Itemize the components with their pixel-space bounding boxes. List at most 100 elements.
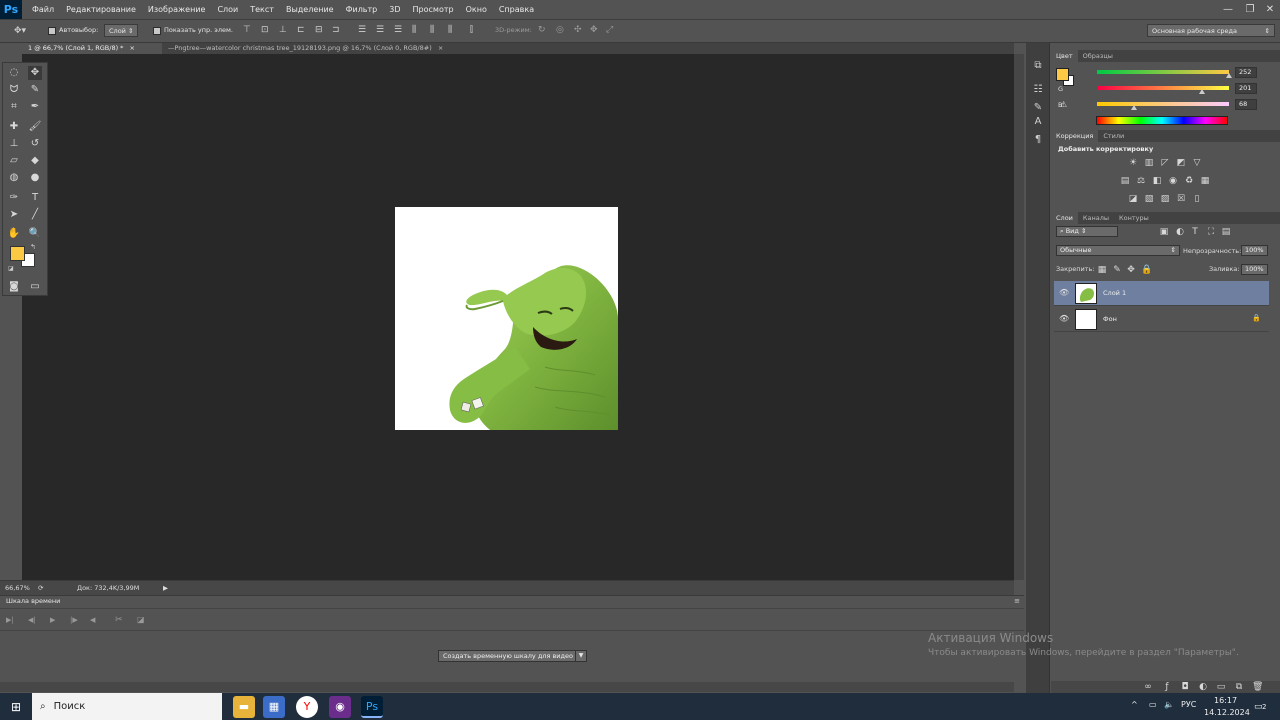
distribute-bottom-icon[interactable]: ☰ <box>394 25 402 35</box>
lock-all-icon[interactable]: 🔒 <box>1141 265 1152 275</box>
quick-select-tool-icon[interactable]: ✎ <box>28 83 42 97</box>
menu-help[interactable]: Справка <box>493 0 540 19</box>
tab-swatches[interactable]: Образцы <box>1078 50 1118 62</box>
menu-layers[interactable]: Слои <box>211 0 244 19</box>
layer-row-background[interactable]: 👁 Фон 🔒 <box>1054 307 1269 332</box>
path-select-tool-icon[interactable]: ➤ <box>7 208 21 222</box>
link-layers-icon[interactable]: ∞ <box>1143 682 1153 692</box>
3d-scale-icon[interactable]: ⤢ <box>606 25 613 35</box>
green-slider-thumb[interactable] <box>1199 89 1205 94</box>
canvas-area[interactable] <box>22 54 1014 580</box>
3d-slide-icon[interactable]: ✥ <box>590 25 598 35</box>
lock-transparency-icon[interactable]: ▦ <box>1097 265 1107 275</box>
hue-saturation-icon[interactable]: ▤ <box>1120 176 1130 186</box>
default-colors-icon[interactable]: ◪ <box>8 265 14 272</box>
network-icon[interactable]: ▭ <box>1149 700 1157 709</box>
autoselect-dropdown[interactable]: Слой ⇕ <box>104 24 138 37</box>
vibrance-icon[interactable]: ▽ <box>1192 158 1202 168</box>
menu-window[interactable]: Окно <box>460 0 493 19</box>
tab-channels[interactable]: Каналы <box>1078 212 1114 224</box>
layer-name[interactable]: Слой 1 <box>1103 289 1126 297</box>
new-adjustment-icon[interactable]: ◐ <box>1198 682 1208 692</box>
color-lookup-icon[interactable]: ▦ <box>1200 176 1210 186</box>
align-right-icon[interactable]: ⊐ <box>332 25 340 35</box>
next-frame-icon[interactable]: |▶ <box>70 615 78 625</box>
photoshop-taskbar-icon[interactable]: Ps <box>361 696 383 718</box>
transition-icon[interactable]: ◪ <box>137 615 145 625</box>
distribute-top-icon[interactable]: ☰ <box>358 25 366 35</box>
minimize-button[interactable]: — <box>1218 0 1238 19</box>
pen-tool-icon[interactable]: ✑ <box>7 191 21 205</box>
channel-mixer-icon[interactable]: ♻ <box>1184 176 1194 186</box>
swap-colors-icon[interactable]: ↰ <box>30 243 36 251</box>
properties-panel-icon[interactable]: ☷ <box>1031 83 1045 97</box>
align-vcenter-icon[interactable]: ⊡ <box>261 25 269 35</box>
close-tab-icon[interactable]: × <box>438 44 443 52</box>
audio-icon[interactable]: ◀ <box>90 615 95 625</box>
brush-tool-icon[interactable]: 🖌 <box>28 120 42 134</box>
tray-overflow-icon[interactable]: ^ <box>1131 700 1138 709</box>
gradient-map-icon[interactable]: ☒ <box>1176 194 1186 204</box>
new-layer-icon[interactable]: ⧉ <box>1234 682 1244 692</box>
file-explorer-icon[interactable]: ▬ <box>233 696 255 718</box>
blue-slider-thumb[interactable] <box>1131 105 1137 110</box>
close-tab-icon[interactable]: × <box>130 44 135 52</box>
black-white-icon[interactable]: ◧ <box>1152 176 1162 186</box>
invert-icon[interactable]: ◪ <box>1128 194 1138 204</box>
menu-file[interactable]: Файл <box>26 0 60 19</box>
layer-style-icon[interactable]: ƒ <box>1162 682 1172 692</box>
red-value[interactable]: 252 <box>1235 67 1257 78</box>
paragraph-panel-icon[interactable]: ¶ <box>1031 133 1045 147</box>
visibility-eye-icon[interactable]: 👁 <box>1059 314 1069 323</box>
screen-mode-icon[interactable]: ▭ <box>28 280 42 294</box>
tab-adjustments[interactable]: Коррекция <box>1051 130 1099 142</box>
blur-tool-icon[interactable]: ◍ <box>7 171 21 185</box>
threshold-icon[interactable]: ▨ <box>1160 194 1170 204</box>
status-menu-arrow-icon[interactable]: ▶ <box>163 584 168 592</box>
tab-paths[interactable]: Контуры <box>1114 212 1154 224</box>
brightness-contrast-icon[interactable]: ☀ <box>1128 158 1138 168</box>
red-slider-thumb[interactable] <box>1226 73 1232 78</box>
color-balance-icon[interactable]: ⚖ <box>1136 176 1146 186</box>
layer-row-layer1[interactable]: 👁 Слой 1 <box>1054 281 1269 306</box>
canvas-vertical-scrollbar[interactable] <box>1014 54 1024 580</box>
posterize-icon[interactable]: ▧ <box>1144 194 1154 204</box>
tab-document-1[interactable]: 1 @ 66,7% (Слой 1, RGB/8) * × <box>22 43 162 54</box>
distribute-hcenter-icon[interactable]: ⫼ <box>430 25 434 35</box>
3d-roll-icon[interactable]: ◎ <box>556 25 564 35</box>
lock-pixels-icon[interactable]: ✎ <box>1112 265 1122 275</box>
new-group-icon[interactable]: ▭ <box>1216 682 1226 692</box>
selective-color-icon[interactable]: ▯ <box>1192 194 1202 204</box>
workspace-dropdown[interactable]: Основная рабочая среда ⇕ <box>1147 24 1275 37</box>
exposure-icon[interactable]: ◩ <box>1176 158 1186 168</box>
green-slider[interactable]: G 201 <box>1054 83 1257 95</box>
green-value[interactable]: 201 <box>1235 83 1257 94</box>
document-canvas[interactable] <box>395 207 618 430</box>
align-top-icon[interactable]: ⊤ <box>243 25 251 35</box>
history-panel-icon[interactable]: ⧉ <box>1031 59 1045 73</box>
menu-edit[interactable]: Редактирование <box>60 0 142 19</box>
store-icon[interactable]: ▦ <box>263 696 285 718</box>
align-hcenter-icon[interactable]: ⊟ <box>315 25 323 35</box>
panel-menu-icon[interactable]: ≡ <box>1014 597 1020 605</box>
filter-smart-icon[interactable]: ▤ <box>1221 227 1231 237</box>
blue-slider[interactable]: B 68 <box>1054 99 1257 111</box>
opacity-field[interactable]: 100% <box>1241 245 1268 256</box>
eraser-tool-icon[interactable]: ▱ <box>7 154 21 168</box>
hand-tool-icon[interactable]: ✋ <box>7 227 21 241</box>
auto-align-icon[interactable]: ⫿ <box>470 25 473 35</box>
language-indicator[interactable]: РУС <box>1181 700 1196 709</box>
fill-field[interactable]: 100% <box>1241 264 1268 275</box>
photo-filter-icon[interactable]: ◉ <box>1168 176 1178 186</box>
split-icon[interactable]: ✂ <box>115 615 123 625</box>
history-brush-tool-icon[interactable]: ↺ <box>28 137 42 151</box>
layer-name[interactable]: Фон <box>1103 315 1117 323</box>
maximize-button[interactable]: ❐ <box>1240 0 1260 19</box>
align-left-icon[interactable]: ⊏ <box>297 25 305 35</box>
levels-icon[interactable]: ▥ <box>1144 158 1154 168</box>
prev-frame-icon[interactable]: ◀| <box>28 615 36 625</box>
create-video-timeline-button[interactable]: Создать временную шкалу для видео <box>438 650 578 662</box>
tab-color[interactable]: Цвет <box>1051 50 1078 62</box>
distribute-left-icon[interactable]: ⫼ <box>412 25 416 35</box>
healing-brush-tool-icon[interactable]: ✚ <box>7 120 21 134</box>
